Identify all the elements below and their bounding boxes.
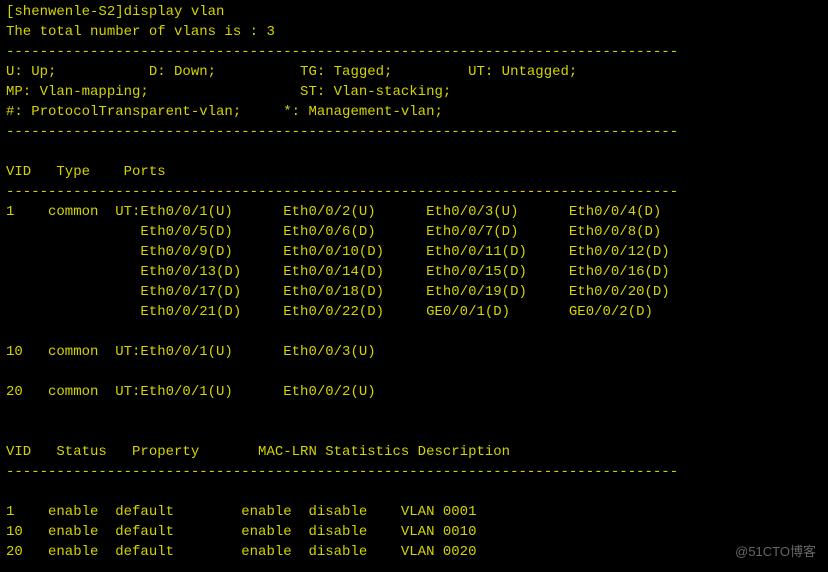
terminal-output[interactable]: [shenwenle-S2]display vlan The total num… <box>6 2 822 562</box>
blank-line <box>6 362 822 382</box>
divider: ----------------------------------------… <box>6 42 822 62</box>
status-row: 10 enable default enable disable VLAN 00… <box>6 522 822 542</box>
status-header: VID Status Property MAC-LRN Statistics D… <box>6 442 822 462</box>
legend-line: U: Up; D: Down; TG: Tagged; UT: Untagged… <box>6 62 822 82</box>
blank-line <box>6 482 822 502</box>
vlan-row: Eth0/0/13(D) Eth0/0/14(D) Eth0/0/15(D) E… <box>6 262 822 282</box>
divider: ----------------------------------------… <box>6 462 822 482</box>
total-vlans: The total number of vlans is : 3 <box>6 22 822 42</box>
divider: ----------------------------------------… <box>6 122 822 142</box>
vlan-row: Eth0/0/21(D) Eth0/0/22(D) GE0/0/1(D) GE0… <box>6 302 822 322</box>
legend-line: #: ProtocolTransparent-vlan; *: Manageme… <box>6 102 822 122</box>
vlan-row: Eth0/0/9(D) Eth0/0/10(D) Eth0/0/11(D) Et… <box>6 242 822 262</box>
watermark: @51CTO博客 <box>735 542 816 562</box>
status-row: 20 enable default enable disable VLAN 00… <box>6 542 822 562</box>
vlan-row: 1 common UT:Eth0/0/1(U) Eth0/0/2(U) Eth0… <box>6 202 822 222</box>
status-row: 1 enable default enable disable VLAN 000… <box>6 502 822 522</box>
blank-line <box>6 142 822 162</box>
vlan-row: Eth0/0/17(D) Eth0/0/18(D) Eth0/0/19(D) E… <box>6 282 822 302</box>
command-prompt: [shenwenle-S2]display vlan <box>6 2 822 22</box>
vlan-row: Eth0/0/5(D) Eth0/0/6(D) Eth0/0/7(D) Eth0… <box>6 222 822 242</box>
blank-line <box>6 402 822 422</box>
divider: ----------------------------------------… <box>6 182 822 202</box>
vlan-row: 20 common UT:Eth0/0/1(U) Eth0/0/2(U) <box>6 382 822 402</box>
vlan-row: 10 common UT:Eth0/0/1(U) Eth0/0/3(U) <box>6 342 822 362</box>
ports-header: VID Type Ports <box>6 162 822 182</box>
legend-line: MP: Vlan-mapping; ST: Vlan-stacking; <box>6 82 822 102</box>
blank-line <box>6 422 822 442</box>
blank-line <box>6 322 822 342</box>
